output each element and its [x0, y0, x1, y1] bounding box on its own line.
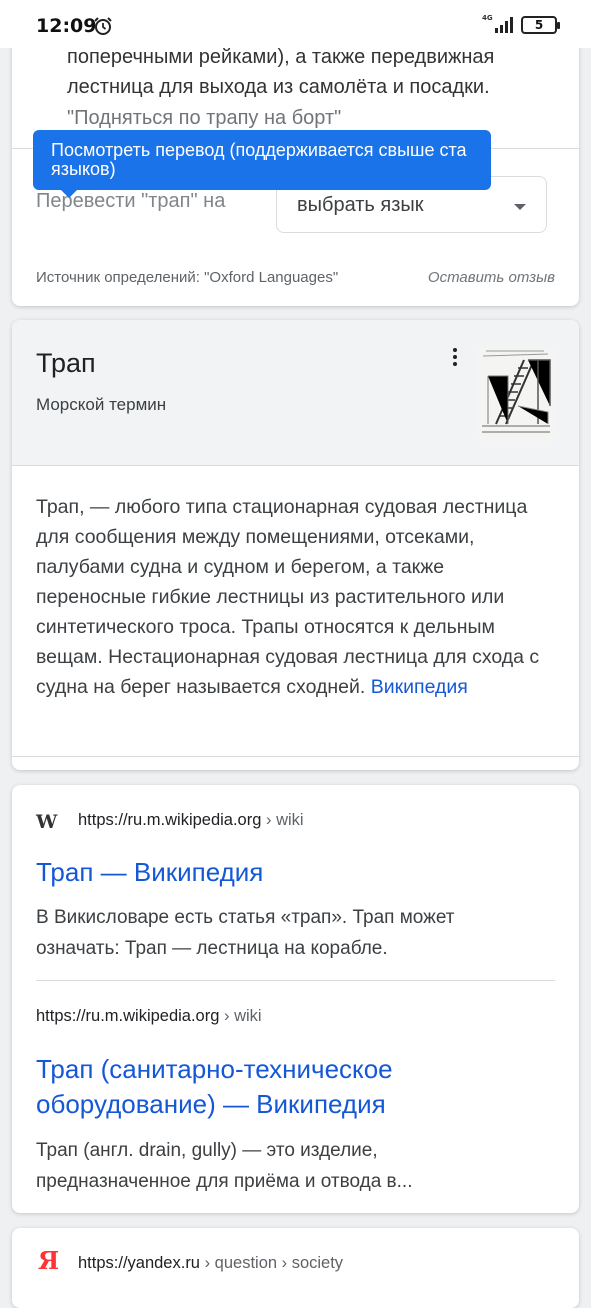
- result-title-link[interactable]: Трап (санитарно-техническое оборудование…: [36, 1052, 556, 1122]
- battery-icon: 5: [521, 16, 560, 34]
- definition-example: "Подняться по трапу на борт": [67, 107, 342, 129]
- result-path: › wiki: [261, 811, 304, 829]
- snippet-line: означать: Трап — лестница на корабле.: [36, 938, 388, 959]
- feedback-link[interactable]: Оставить отзыв: [428, 269, 555, 286]
- divider: [36, 980, 555, 981]
- dropdown-arrow-icon: [514, 204, 526, 210]
- knowledge-panel: Трап Морской термин Трап, — любого типа …: [12, 320, 579, 770]
- language-select-value: выбрать язык: [297, 194, 424, 216]
- signal-icon: [495, 17, 513, 33]
- translate-tooltip[interactable]: Посмотреть перевод (поддерживается свыше…: [33, 130, 491, 198]
- snippet-line: Трап (англ. drain, gully) — это изделие,: [36, 1140, 378, 1161]
- knowledge-panel-title: Трап: [36, 348, 96, 378]
- result-url[interactable]: https://ru.m.wikipedia.org › wiki: [36, 1007, 262, 1026]
- status-bar: 12:09 4G 5: [0, 0, 591, 48]
- divider: [12, 756, 579, 757]
- wikipedia-icon: W: [36, 811, 57, 833]
- knowledge-panel-header[interactable]: Трап Морской термин: [12, 320, 579, 466]
- title-line: оборудование) — Википедия: [36, 1089, 386, 1119]
- definition-line: лестница для выхода из самолёта и посадк…: [67, 76, 490, 98]
- result-url[interactable]: https://yandex.ru › question › society: [78, 1254, 343, 1273]
- network-type: 4G: [482, 14, 493, 22]
- title-line: Трап (санитарно-техническое: [36, 1054, 393, 1084]
- result-path: › question › society: [200, 1254, 344, 1272]
- ship-ladder-image[interactable]: [478, 346, 554, 441]
- yandex-icon: Я: [38, 1246, 60, 1275]
- alarm-icon: [94, 17, 112, 35]
- result-domain: https://yandex.ru: [78, 1254, 200, 1272]
- search-result-card: Я https://yandex.ru › question › society: [12, 1228, 579, 1308]
- more-options-icon[interactable]: [448, 348, 462, 370]
- result-domain: https://ru.m.wikipedia.org: [78, 811, 262, 829]
- result-title-link[interactable]: Трап — Википедия: [36, 855, 556, 890]
- knowledge-panel-subtitle: Морской термин: [36, 395, 167, 414]
- search-results-card: W https://ru.m.wikipedia.org › wiki Трап…: [12, 785, 579, 1213]
- snippet-line: предназначенное для приёма и отвода в...: [36, 1171, 413, 1192]
- definition-line: поперечными рейками), а также передвижна…: [67, 46, 495, 68]
- result-domain: https://ru.m.wikipedia.org: [36, 1007, 220, 1025]
- definition-source: Источник определений: "Oxford Languages": [36, 269, 339, 286]
- status-time: 12:09: [36, 15, 97, 37]
- result-path: › wiki: [219, 1007, 262, 1025]
- description-text: Трап, — любого типа стационарная судовая…: [36, 496, 540, 698]
- result-snippet: Трап (англ. drain, gully) — это изделие,…: [36, 1135, 556, 1197]
- result-snippet: В Викисловаре есть статья «трап». Трап м…: [36, 902, 556, 964]
- result-url[interactable]: https://ru.m.wikipedia.org › wiki: [78, 811, 304, 830]
- wikipedia-link[interactable]: Википедия: [371, 676, 468, 698]
- knowledge-panel-description: Трап, — любого типа стационарная судовая…: [36, 492, 556, 702]
- snippet-line: В Викисловаре есть статья «трап». Трап м…: [36, 907, 455, 928]
